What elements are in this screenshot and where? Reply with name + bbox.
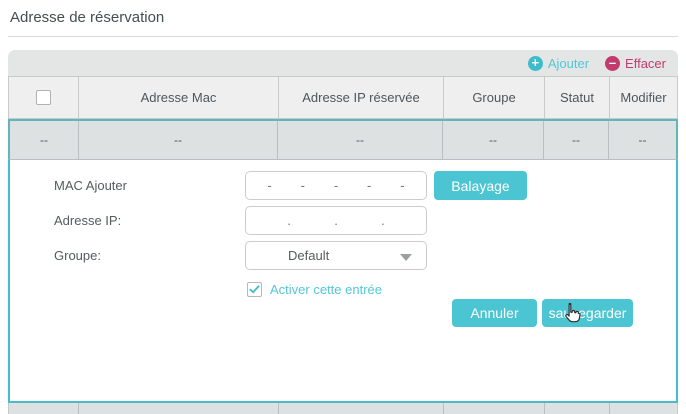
cancel-button[interactable]: Annuler — [452, 299, 537, 327]
title-divider — [8, 36, 678, 37]
add-button[interactable]: + Ajouter — [528, 56, 589, 71]
minus-circle-icon: – — [605, 56, 620, 71]
ip-input[interactable] — [245, 206, 427, 235]
page-title: Adresse de réservation — [10, 9, 164, 26]
next-table-row-partial — [8, 403, 678, 414]
header-mac: Adresse Mac — [78, 77, 278, 118]
row-modify-cell: -- — [608, 121, 676, 159]
scan-button[interactable]: Balayage — [434, 171, 527, 200]
check-icon — [249, 284, 260, 295]
add-button-label: Ajouter — [548, 56, 589, 71]
enable-entry-toggle[interactable]: Activer cette entrée — [247, 282, 382, 297]
address-reservation-page: Adresse de réservation + Ajouter – Effac… — [0, 0, 686, 414]
group-select[interactable]: Default — [245, 241, 427, 270]
add-entry-panel: MAC Ajouter Balayage Adresse IP: Groupe:… — [8, 160, 678, 403]
plus-circle-icon: + — [528, 56, 543, 71]
header-ip: Adresse IP réservée — [278, 77, 443, 118]
row-group-cell: -- — [442, 121, 543, 159]
table-header: Adresse Mac Adresse IP réservée Groupe S… — [8, 76, 678, 119]
group-select-value: Default — [288, 248, 329, 263]
mac-label: MAC Ajouter — [54, 178, 127, 193]
ip-label: Adresse IP: — [54, 213, 121, 228]
header-modify: Modifier — [609, 77, 677, 118]
table-row[interactable]: -- -- -- -- -- -- — [8, 119, 678, 160]
row-status-cell: -- — [543, 121, 608, 159]
row-mac-cell: -- — [78, 121, 277, 159]
row-ip-cell: -- — [277, 121, 442, 159]
header-group: Groupe — [443, 77, 544, 118]
group-label: Groupe: — [54, 248, 101, 263]
save-button[interactable]: sauvegarder — [542, 299, 633, 327]
delete-button-label: Effacer — [625, 56, 666, 71]
mac-input[interactable] — [245, 171, 427, 200]
row-checkbox-cell: -- — [10, 121, 78, 159]
header-status: Statut — [544, 77, 609, 118]
enable-checkbox[interactable] — [247, 282, 262, 297]
delete-button[interactable]: – Effacer — [605, 56, 666, 71]
enable-entry-label: Activer cette entrée — [270, 282, 382, 297]
chevron-down-icon — [400, 254, 412, 261]
select-all-checkbox[interactable] — [36, 90, 51, 105]
table-toolbar: + Ajouter – Effacer — [8, 50, 678, 76]
header-select-all-cell — [9, 77, 78, 118]
